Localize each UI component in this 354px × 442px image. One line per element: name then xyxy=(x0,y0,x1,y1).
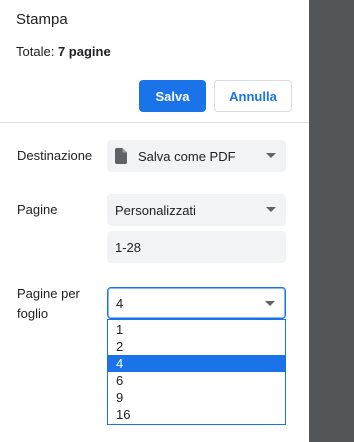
destination-value: Salva come PDF xyxy=(138,148,236,164)
dialog-title: Stampa xyxy=(16,11,68,28)
pages-per-sheet-label: Pagine per foglio xyxy=(17,284,80,324)
page-range-input[interactable]: 1-28 xyxy=(107,231,286,263)
destination-select[interactable]: Salva come PDF xyxy=(107,140,286,172)
pages-select[interactable]: Personalizzati xyxy=(107,194,286,226)
chevron-down-icon xyxy=(265,301,275,306)
pages-value: Personalizzati xyxy=(115,202,196,218)
destination-label: Destinazione xyxy=(17,148,93,163)
total-value: 7 pagine xyxy=(57,44,111,59)
dropdown-option[interactable]: 6 xyxy=(108,372,285,389)
dropdown-option[interactable]: 4 xyxy=(108,355,285,372)
total-label: Totale: xyxy=(16,44,55,59)
dropdown-option[interactable]: 16 xyxy=(108,406,285,423)
dropdown-option[interactable]: 2 xyxy=(108,338,285,355)
chevron-down-icon xyxy=(266,153,276,158)
pages-per-sheet-select[interactable]: 4 xyxy=(107,287,286,319)
pages-per-sheet-value: 4 xyxy=(116,295,124,311)
save-button[interactable]: Salva xyxy=(139,80,206,112)
total-pages: Totale: 7 pagine xyxy=(16,44,111,59)
cancel-button[interactable]: Annulla xyxy=(214,80,292,112)
pages-per-sheet-label-line2: foglio xyxy=(17,306,49,321)
document-icon xyxy=(115,148,127,164)
pages-per-sheet-label-line1: Pagine per xyxy=(17,286,80,301)
print-preview-area xyxy=(309,0,354,442)
chevron-down-icon xyxy=(266,207,276,212)
divider xyxy=(0,122,309,123)
pages-label: Pagine xyxy=(17,202,58,217)
pages-per-sheet-listbox[interactable]: 1 2 4 6 9 16 xyxy=(107,319,286,425)
print-settings-panel: Stampa Totale: 7 pagine Salva Annulla De… xyxy=(0,0,309,442)
dropdown-option[interactable]: 9 xyxy=(108,389,285,406)
dropdown-option[interactable]: 1 xyxy=(108,321,285,338)
